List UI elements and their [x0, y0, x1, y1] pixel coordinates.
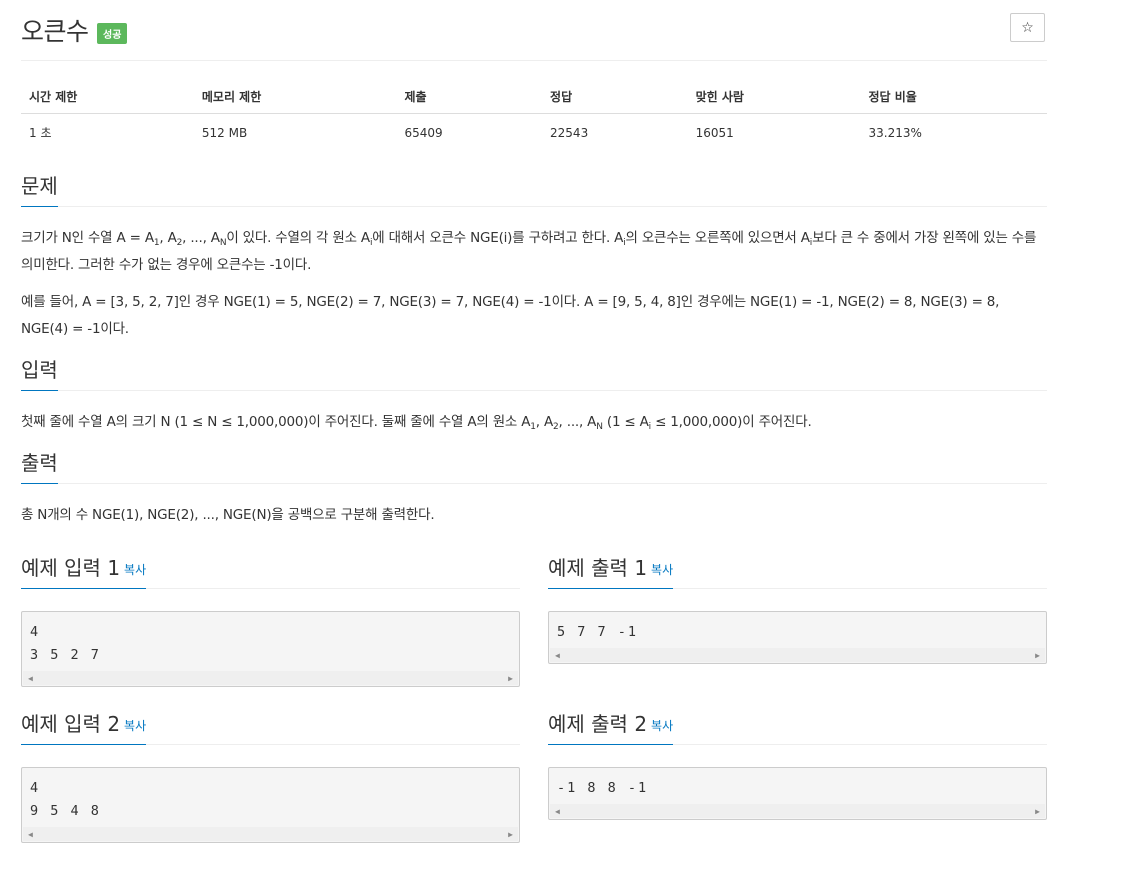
- scroll-left-icon[interactable]: ◀: [555, 807, 560, 816]
- description-body: 크기가 N인 수열 A = A1, A2, ..., AN이 있다. 수열의 각…: [21, 225, 1047, 343]
- output-header: 출력: [21, 446, 1047, 484]
- scroll-left-icon[interactable]: ◀: [28, 830, 33, 839]
- copy-button[interactable]: 복사: [651, 563, 673, 577]
- sample-output-2: 예제 출력 2 복사 -1 8 8 -1 ◀ ▶: [548, 687, 1047, 843]
- sample-input-2-box: 4 9 5 4 8 ◀ ▶: [21, 767, 520, 843]
- sample-input-2: 예제 입력 2 복사 4 9 5 4 8 ◀ ▶: [21, 687, 520, 843]
- scroll-right-icon[interactable]: ▶: [508, 830, 513, 839]
- sample-input-1: 예제 입력 1 복사 4 3 5 2 7 ◀ ▶: [21, 531, 520, 687]
- sample-output-1-content: 5 7 7 -1: [557, 624, 639, 640]
- horizontal-scrollbar[interactable]: ◀ ▶: [550, 648, 1045, 662]
- scroll-left-icon[interactable]: ◀: [555, 651, 560, 660]
- status-badge: 성공: [97, 23, 128, 44]
- description-paragraph-2: 예를 들어, A = [3, 5, 2, 7]인 경우 NGE(1) = 5, …: [21, 294, 1000, 337]
- horizontal-scrollbar[interactable]: ◀ ▶: [23, 827, 518, 841]
- sample-input-1-content: 4 3 5 2 7: [30, 624, 101, 663]
- value-solved-users: 16051: [695, 125, 734, 140]
- input-body: 첫째 줄에 수열 A의 크기 N (1 ≤ N ≤ 1,000,000)이 주어…: [21, 409, 1047, 436]
- header-submissions: 제출: [396, 84, 543, 114]
- sample-input-2-content: 4 9 5 4 8: [30, 780, 101, 819]
- samples-row-1: 예제 입력 1 복사 4 3 5 2 7 ◀ ▶ 예제 출력 1 복사 5 7 7 -…: [21, 531, 1047, 687]
- problem-page: 오큰수 성공 ☆ 시간 제한 메모리 제한 제출 정답 맞힌 사람 정답 비율 …: [21, 0, 1047, 843]
- header-accept-ratio: 정답 비율: [860, 84, 1047, 114]
- header-accepted: 정답: [542, 84, 688, 114]
- header-time-limit: 시간 제한: [21, 84, 194, 114]
- star-icon: ☆: [1021, 19, 1034, 36]
- description-paragraph-1: 크기가 N인 수열 A = A1, A2, ..., AN이 있다. 수열의 각…: [21, 230, 1037, 273]
- scroll-right-icon[interactable]: ▶: [1035, 807, 1040, 816]
- scroll-right-icon[interactable]: ▶: [508, 674, 513, 683]
- horizontal-scrollbar[interactable]: ◀ ▶: [550, 804, 1045, 818]
- sample-output-2-content: -1 8 8 -1: [557, 780, 649, 796]
- value-accept-ratio: 33.213%: [868, 125, 922, 140]
- sample-output-1-header: 예제 출력 1 복사: [548, 551, 1047, 589]
- problem-info-table: 시간 제한 메모리 제한 제출 정답 맞힌 사람 정답 비율 1 초 512 M…: [21, 84, 1047, 147]
- output-body: 총 N개의 수 NGE(1), NGE(2), ..., NGE(N)을 공백으…: [21, 502, 1047, 529]
- input-header: 입력: [21, 353, 1047, 391]
- sample-output-2-box: -1 8 8 -1 ◀ ▶: [548, 767, 1047, 820]
- sample-output-1-box: 5 7 7 -1 ◀ ▶: [548, 611, 1047, 664]
- samples-row-2: 예제 입력 2 복사 4 9 5 4 8 ◀ ▶ 예제 출력 2 복사 -1 8 8 …: [21, 687, 1047, 843]
- sample-input-1-title: 예제 입력 1: [21, 556, 121, 580]
- input-title: 입력: [21, 354, 58, 391]
- title-row: 오큰수 성공 ☆: [21, 0, 1047, 61]
- input-paragraph: 첫째 줄에 수열 A의 크기 N (1 ≤ N ≤ 1,000,000)이 주어…: [21, 414, 812, 432]
- sample-input-2-title: 예제 입력 2: [21, 712, 121, 736]
- header-memory-limit: 메모리 제한: [193, 84, 397, 114]
- output-title: 출력: [21, 447, 58, 484]
- horizontal-scrollbar[interactable]: ◀ ▶: [23, 671, 518, 685]
- description-title: 문제: [21, 170, 58, 207]
- scroll-left-icon[interactable]: ◀: [28, 674, 33, 683]
- value-accepted: 22543: [550, 125, 589, 140]
- copy-button[interactable]: 복사: [124, 563, 146, 577]
- sample-output-2-header: 예제 출력 2 복사: [548, 707, 1047, 745]
- sample-output-2-title: 예제 출력 2: [548, 712, 648, 736]
- sample-input-1-header: 예제 입력 1 복사: [21, 551, 520, 589]
- sample-input-2-header: 예제 입력 2 복사: [21, 707, 520, 745]
- sample-input-1-box: 4 3 5 2 7 ◀ ▶: [21, 611, 520, 687]
- description-header: 문제: [21, 169, 1047, 207]
- value-time-limit: 1 초: [29, 126, 52, 140]
- header-solved-users: 맞힌 사람: [687, 84, 861, 114]
- sample-output-1-title: 예제 출력 1: [548, 556, 648, 580]
- value-submissions: 65409: [404, 125, 443, 140]
- table-row: 1 초 512 MB 65409 22543 16051 33.213%: [21, 114, 1047, 148]
- scroll-right-icon[interactable]: ▶: [1035, 651, 1040, 660]
- copy-button[interactable]: 복사: [651, 719, 673, 733]
- copy-button[interactable]: 복사: [124, 719, 146, 733]
- value-memory-limit: 512 MB: [201, 125, 248, 140]
- favorite-star-button[interactable]: ☆: [1010, 13, 1045, 42]
- output-paragraph: 총 N개의 수 NGE(1), NGE(2), ..., NGE(N)을 공백으…: [21, 507, 435, 523]
- sample-output-1: 예제 출력 1 복사 5 7 7 -1 ◀ ▶: [548, 531, 1047, 687]
- page-title: 오큰수: [21, 17, 89, 46]
